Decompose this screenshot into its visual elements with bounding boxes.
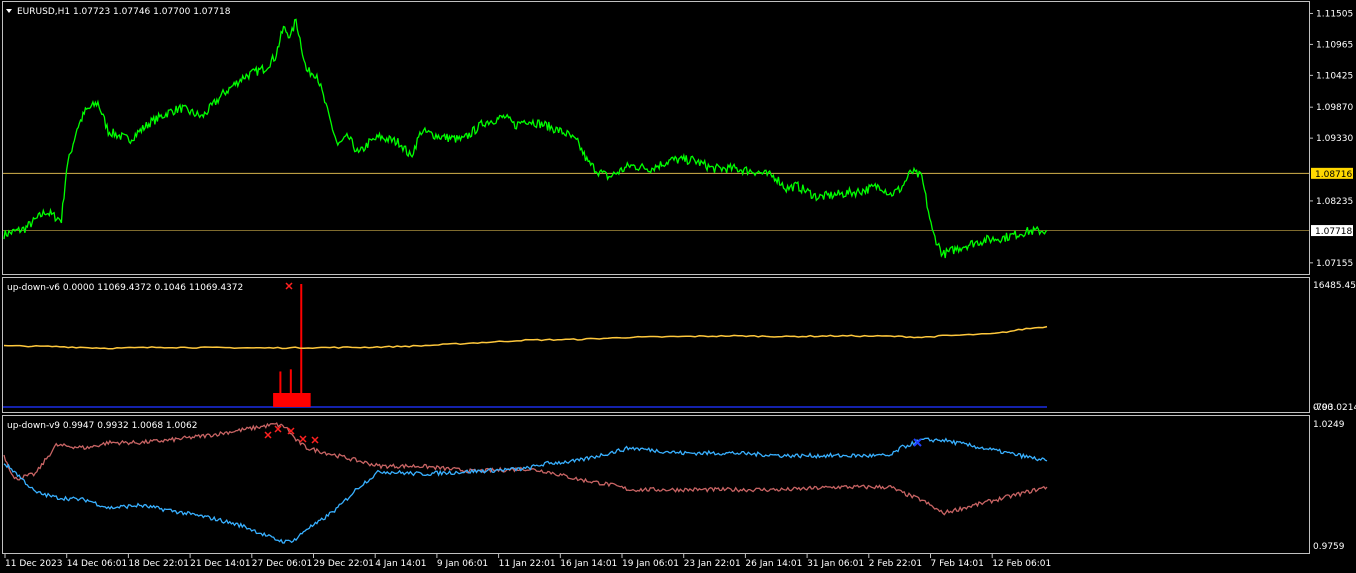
v6-axis-top: 16485.450 xyxy=(1313,281,1356,291)
time-axis-label: 19 Jan 06:01 xyxy=(622,559,679,569)
time-axis-label: 7 Feb 14:01 xyxy=(931,559,984,569)
time-axis-label: 21 Dec 14:01 xyxy=(190,559,251,569)
price-axis-tick-label: 1.08235 xyxy=(1316,197,1353,207)
time-axis-label: 26 Jan 14:01 xyxy=(745,559,802,569)
time-axis-label: 27 Dec 06:01 xyxy=(252,559,313,569)
hline-level-tag: 1.08716 xyxy=(1311,167,1353,180)
current-price-label: 1.07718 xyxy=(1315,227,1352,237)
time-axis-label: 29 Dec 22:01 xyxy=(314,559,375,569)
time-axis-label: 4 Jan 14:01 xyxy=(375,559,426,569)
hline-level-label: 1.08716 xyxy=(1315,170,1352,180)
price-axis-tick-label: 1.10425 xyxy=(1316,71,1353,81)
v9-panel-title: up-down-v9 0.9947 0.9932 1.0068 1.0062 xyxy=(7,421,197,431)
v6-histogram-cluster xyxy=(273,393,311,407)
v6-panel-title: up-down-v6 0.0000 11069.4372 0.1046 1106… xyxy=(7,283,243,293)
price-axis-tick-label: 1.11505 xyxy=(1316,9,1353,19)
time-axis-label: 9 Jan 06:01 xyxy=(437,559,488,569)
time-axis-label: 18 Dec 22:01 xyxy=(128,559,189,569)
current-price-tag: 1.07718 xyxy=(1311,225,1353,237)
time-axis-label: 14 Dec 06:01 xyxy=(67,559,128,569)
time-axis-label: 16 Jan 14:01 xyxy=(560,559,617,569)
price-axis-tick-label: 1.07155 xyxy=(1316,259,1353,269)
main-panel-title: EURUSD,H1 1.07723 1.07746 1.07700 1.0771… xyxy=(17,7,231,17)
v9-axis-top: 1.0249 xyxy=(1313,420,1345,430)
chart-canvas[interactable]: EURUSD,H1 1.07723 1.07746 1.07700 1.0771… xyxy=(0,0,1356,573)
v6-axis-bottom: -793.0214 xyxy=(1313,403,1356,413)
time-axis-label: 2 Feb 22:01 xyxy=(869,559,922,569)
price-axis-tick-label: 1.10965 xyxy=(1316,40,1353,50)
price-axis-tick-label: 1.09330 xyxy=(1316,134,1353,144)
time-axis-label: 23 Jan 22:01 xyxy=(684,559,741,569)
time-axis-label: 11 Dec 2023 xyxy=(5,559,63,569)
v9-axis-bottom: 0.9759 xyxy=(1313,542,1345,552)
price-axis-tick-label: 1.09870 xyxy=(1316,103,1353,113)
time-axis-label: 31 Jan 06:01 xyxy=(807,559,864,569)
time-axis-label: 11 Jan 22:01 xyxy=(499,559,556,569)
time-axis-label: 12 Feb 06:01 xyxy=(992,559,1051,569)
